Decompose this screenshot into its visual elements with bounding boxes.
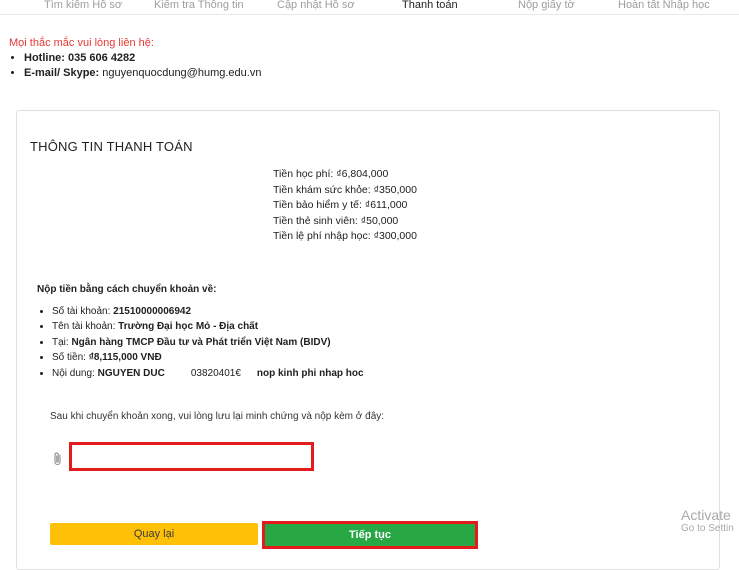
bank-value: Ngân hàng TMCP Đầu tư và Phát triển Việt…: [71, 336, 331, 348]
amount-value: ₫8,115,000 VNĐ: [88, 352, 162, 363]
account-number-value: 21510000006942: [113, 305, 192, 317]
fee-student-card: Tiền thẻ sinh viên: ₫50,000: [273, 214, 399, 227]
amount-label: Số tiền:: [52, 352, 89, 363]
upload-instruction: Sau khi chuyển khoản xong, vui lòng lưu …: [50, 411, 385, 422]
bank-item: Tại: Ngân hàng TMCP Đầu tư và Phát triển…: [52, 335, 364, 351]
payment-card: THÔNG TIN THANH TOÁN Tiền học phí: ₫6,80…: [16, 110, 720, 570]
account-name-label: Tên tài khoản:: [52, 321, 119, 332]
transfer-info: Nộp tiền bằng cách chuyển khoản về: Số t…: [37, 282, 364, 381]
account-name-item: Tên tài khoản: Trường Đại học Mỏ - Địa c…: [52, 319, 364, 335]
paperclip-icon[interactable]: [52, 452, 64, 466]
fee-health-check: Tiền khám sức khỏe: ₫350,000: [273, 183, 417, 196]
email-value: nguyenquocdung@humg.edu.vn: [102, 67, 262, 79]
step-complete-enrollment[interactable]: Hoàn tất Nhập học: [618, 0, 710, 12]
contact-block: Mọi thắc mắc vui lòng liên hệ: Hotline: …: [9, 36, 261, 81]
step-search-profile[interactable]: Tìm kiếm Hồ sơ: [44, 0, 122, 12]
card-title: THÔNG TIN THANH TOÁN: [30, 139, 193, 154]
windows-activation-watermark: Activate Go to Settin: [681, 507, 734, 535]
step-payment[interactable]: Thanh toán: [402, 0, 458, 12]
content-item: Nội dung: NGUYEN DUC 0382040​1€ nop kinh p…: [52, 366, 364, 382]
watermark-line2: Go to Settin: [681, 523, 734, 534]
transfer-heading: Nộp tiền bằng cách chuyển khoản về:: [37, 284, 217, 295]
account-number-item: Số tài khoản: 21510000006942: [52, 304, 364, 320]
fee-tuition: Tiền học phí: ₫6,804,000: [273, 168, 389, 180]
email-label: E-mail/ Skype:: [24, 67, 103, 79]
step-check-info[interactable]: Kiểm tra Thông tin: [154, 0, 244, 12]
fee-enrollment: Tiền lệ phí nhập học: ₫300,000: [273, 230, 417, 242]
stepper: Tìm kiếm Hồ sơ Kiểm tra Thông tin Cập nh…: [0, 0, 739, 15]
content-name: NGUYEN DUC: [97, 367, 165, 379]
amount-item: Số tiền: ₫8,115,000 VNĐ: [52, 350, 364, 366]
fee-list: Tiền học phí: ₫6,804,000 Tiền khám sức k…: [273, 167, 417, 245]
email-item: E-mail/ Skype: nguyenquocdung@humg.edu.v…: [24, 66, 261, 81]
bank-label: Tại:: [52, 336, 72, 348]
step-update-profile[interactable]: Cập nhật Hồ sơ: [277, 0, 355, 12]
content-label: Nội dung:: [52, 367, 98, 379]
content-suffix: nop kinh phi nhap hoc: [256, 367, 364, 379]
step-submit-documents[interactable]: Nộp giấy tờ: [518, 0, 575, 12]
account-name-value: Trường Đại học Mỏ - Địa chất: [118, 321, 259, 332]
back-button[interactable]: Quay lại: [50, 523, 258, 545]
hotline-label: Hotline:: [24, 52, 68, 64]
file-upload-input[interactable]: [69, 442, 314, 471]
fee-health-insurance: Tiền bảo hiểm y tế: ₫611,000: [273, 199, 408, 211]
content-id: 0382040​1€: [190, 367, 241, 379]
continue-button[interactable]: Tiếp tục: [262, 521, 478, 549]
hotline-value: 035 606 4282: [68, 52, 136, 64]
hotline-item: Hotline: 035 606 4282: [24, 51, 261, 66]
watermark-line1: Activate: [681, 507, 731, 523]
account-number-label: Số tài khoản:: [52, 305, 114, 317]
contact-note: Mọi thắc mắc vui lòng liên hệ:: [9, 37, 154, 49]
